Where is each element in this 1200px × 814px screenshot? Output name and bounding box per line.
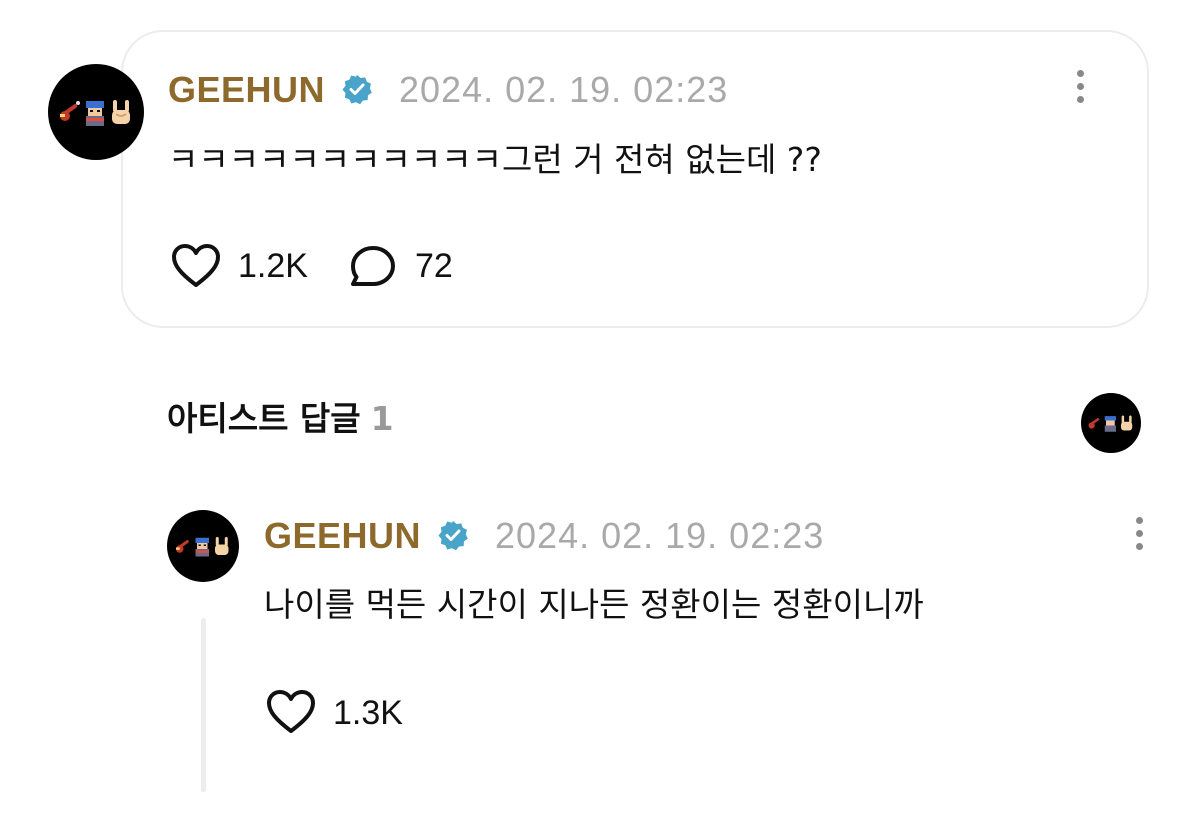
avatar-emoji-icons [60,100,130,126]
reply-author-name[interactable]: GEEHUN [264,518,421,554]
like-heart-icon[interactable] [170,243,222,289]
artist-avatar-small[interactable] [1081,393,1141,453]
post-text: ㅋㅋㅋㅋㅋㅋㅋㅋㅋㅋㅋ그런 거 전혀 없는데 ?? [168,140,822,179]
artist-replies-title: 아티스트 답글 [167,399,361,438]
artist-replies-count: 1 [370,399,394,438]
artist-replies-header: 아티스트 답글 1 [167,402,394,435]
rock-hand-emoji-icon [112,100,130,124]
post-like-count: 1.2K [238,247,308,285]
guitar-emoji-icon [60,101,80,121]
post-comment-count: 72 [415,247,453,285]
comment-bubble-icon[interactable] [348,244,398,290]
post-author-name[interactable]: GEEHUN [168,72,325,108]
reply-like-heart-icon[interactable] [265,689,317,735]
reply-text: 나이를 먹든 시간이 지나든 정환이는 정환이니까 [264,585,924,624]
reply-like-count: 1.3K [333,694,403,732]
thread-connector-line [201,618,206,792]
verified-badge-icon [438,521,468,551]
reply-author-avatar[interactable] [167,510,239,582]
post-more-options-icon[interactable] [1074,70,1086,110]
post-author-avatar[interactable] [48,64,144,160]
verified-badge-icon [342,75,372,105]
reply-more-options-icon[interactable] [1133,517,1145,557]
avatar-emoji-icons-small [1088,415,1133,432]
post-timestamp: 2024. 02. 19. 02:23 [399,69,729,110]
avatar-emoji-icons-reply [176,537,229,557]
reply-timestamp: 2024. 02. 19. 02:23 [495,515,825,556]
pixel-character-emoji-icon [86,101,104,126]
